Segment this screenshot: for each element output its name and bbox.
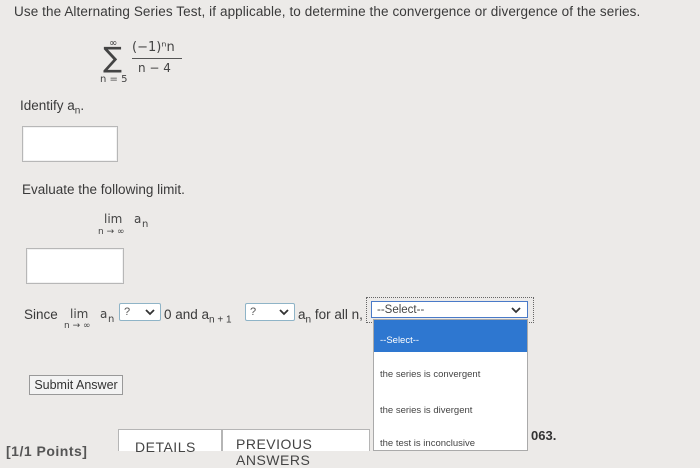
- since-lim: lim: [70, 307, 89, 321]
- identify-text: Identify a: [20, 98, 75, 113]
- identify-label: Identify an.: [20, 98, 84, 117]
- previous-answers-label: PREVIOUS ANSWERS: [236, 436, 313, 468]
- details-label: DETAILS: [135, 439, 196, 455]
- chevron-down-icon: [145, 309, 155, 316]
- a-n-sub: n: [305, 314, 312, 326]
- identify-suffix: .: [80, 98, 85, 113]
- limit-below: n → ∞: [98, 227, 125, 237]
- limit-comparison-value: ?: [124, 306, 131, 318]
- since-word: Since: [24, 307, 58, 322]
- evaluate-label: Evaluate the following limit.: [22, 182, 185, 197]
- a-n-label: a: [298, 307, 306, 322]
- sum-symbol: ∑: [103, 41, 122, 74]
- question-prompt: Use the Alternating Series Test, if appl…: [14, 4, 641, 19]
- since-sub-n: n: [108, 314, 115, 325]
- term-comparison-value: ?: [250, 306, 257, 318]
- dropdown-option-convergent[interactable]: the series is convergent: [380, 369, 480, 380]
- sum-lower: n = 5: [100, 74, 128, 85]
- submit-answer-button[interactable]: Submit Answer: [29, 375, 123, 395]
- series-denominator: n − 4: [138, 61, 171, 75]
- dropdown-option-select[interactable]: --Select--: [380, 335, 419, 346]
- sub-n-plus-1: n + 1: [209, 314, 232, 326]
- an-answer-input[interactable]: [22, 126, 118, 162]
- since-limit: lim n → ∞ a n: [64, 307, 124, 335]
- limit-a: a: [134, 212, 142, 226]
- details-tab[interactable]: DETAILS: [118, 429, 222, 455]
- limit-sub: n: [142, 219, 149, 230]
- series-numerator: (−1)ⁿn: [132, 40, 175, 55]
- points-label: [1/1 Points]: [6, 443, 88, 459]
- previous-answers-tab[interactable]: PREVIOUS ANSWERS: [222, 429, 370, 468]
- limit-answer-input[interactable]: [26, 248, 124, 284]
- limit-lim: lim: [104, 212, 123, 226]
- zero-and-label: 0 and a: [164, 307, 210, 322]
- for-all-label: for all n,: [314, 307, 363, 322]
- dropdown-option-divergent[interactable]: the series is divergent: [380, 405, 472, 416]
- since-below: n → ∞: [64, 321, 91, 331]
- chevron-down-icon: [279, 309, 289, 316]
- dropdown-current-value: --Select--: [377, 303, 425, 316]
- limit-expression: lim n → ∞ a n: [98, 212, 158, 240]
- footer-bar: [1/1 Points] DETAILS PREVIOUS ANSWERS 06…: [0, 424, 700, 468]
- fraction-bar: [132, 58, 182, 59]
- dropdown-current[interactable]: --Select--: [371, 301, 528, 318]
- limit-comparison-select[interactable]: ?: [119, 303, 161, 321]
- series-expression: ∞ ∑ n = 5 (−1)ⁿn n − 4: [100, 38, 190, 86]
- zero-and-text: 0 and an + 1: [164, 307, 232, 326]
- footer-code: 063.: [531, 428, 557, 443]
- term-comparison-select[interactable]: ?: [245, 303, 295, 321]
- for-all-text: an for all n,: [298, 307, 363, 326]
- since-a: a: [100, 307, 108, 321]
- chevron-down-icon: [511, 306, 521, 313]
